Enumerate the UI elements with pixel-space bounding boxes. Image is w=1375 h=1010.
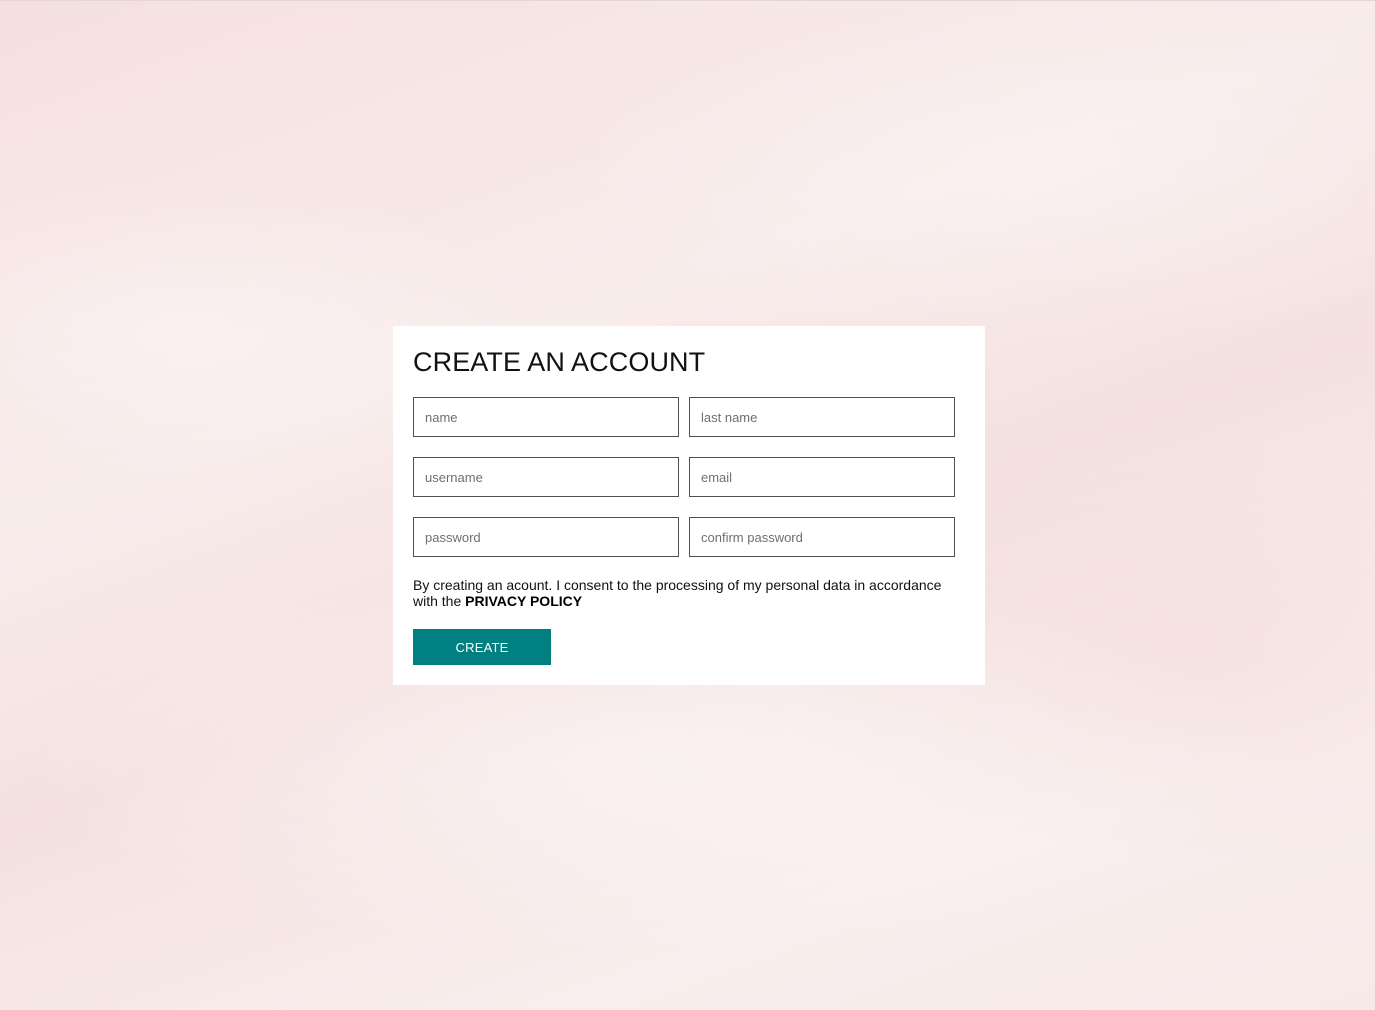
name-input[interactable] [413,397,679,437]
email-input[interactable] [689,457,955,497]
top-border [0,0,1375,1]
create-account-card: CREATE AN ACCOUNT By creating an acount.… [393,326,985,685]
confirm-password-input[interactable] [689,517,955,557]
privacy-policy-link[interactable]: PRIVACY POLICY [465,593,582,609]
page-title: CREATE AN ACCOUNT [413,347,706,377]
create-button[interactable]: CREATE [413,629,551,665]
consent-text: By creating an acount. I consent to the … [413,577,958,609]
last-name-input[interactable] [689,397,955,437]
form-fields [413,397,955,557]
password-input[interactable] [413,517,679,557]
username-input[interactable] [413,457,679,497]
